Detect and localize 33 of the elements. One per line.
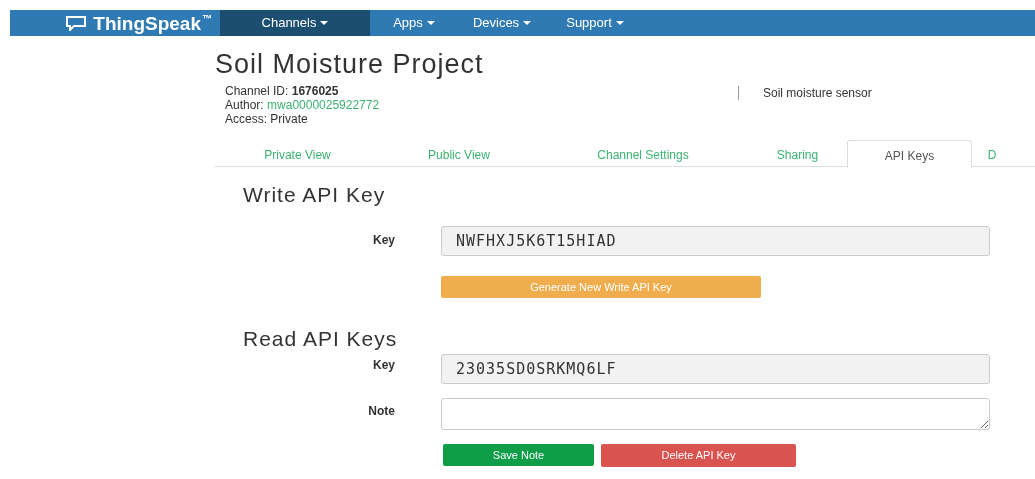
save-note-button[interactable]: Save Note — [443, 444, 594, 466]
key-field[interactable]: 23035SD0SRKMQ6LF — [441, 354, 990, 384]
channel-title: Soil Moisture Project — [215, 48, 485, 80]
field-label: Key — [372, 357, 396, 374]
tab[interactable]: API Keys — [847, 140, 972, 168]
brand-logo[interactable]: ThingSpeak — [93, 13, 201, 33]
tab[interactable]: D — [972, 140, 1012, 167]
caret-icon — [320, 21, 329, 25]
speech-bubble-icon — [65, 15, 88, 31]
tab[interactable]: Private View — [215, 140, 380, 167]
nav-menu[interactable]: Support — [546, 10, 644, 36]
author-line: Author: mwa0000025922772 — [225, 98, 381, 112]
nav-menu[interactable]: Channels — [220, 10, 370, 36]
caret-icon — [426, 21, 435, 25]
delete-key-button[interactable]: Delete API Key — [601, 444, 796, 467]
section-heading: Write API Key — [243, 183, 387, 207]
access-text: Access: Private — [225, 112, 309, 126]
channel-description: Soil moisture sensor — [763, 86, 872, 100]
field-label: Note — [367, 403, 396, 420]
note-field[interactable] — [441, 398, 990, 430]
section-heading: Read API Keys — [243, 327, 399, 351]
key-field[interactable]: NWFHXJ5K6T15HIAD — [441, 226, 990, 256]
nav-menu[interactable]: Devices — [458, 10, 546, 36]
field-label: Key — [372, 232, 396, 249]
tab[interactable]: Sharing — [748, 140, 847, 167]
caret-icon — [615, 21, 624, 25]
tab[interactable]: Public View — [380, 140, 538, 167]
tab[interactable]: Channel Settings — [538, 140, 748, 167]
caret-icon — [523, 21, 532, 25]
channel-id: Channel ID: 1676025 — [225, 84, 340, 98]
author-link[interactable]: mwa0000025922772 — [267, 98, 380, 112]
trademark: ™ — [202, 13, 212, 24]
nav-menu[interactable]: Apps — [370, 10, 458, 36]
